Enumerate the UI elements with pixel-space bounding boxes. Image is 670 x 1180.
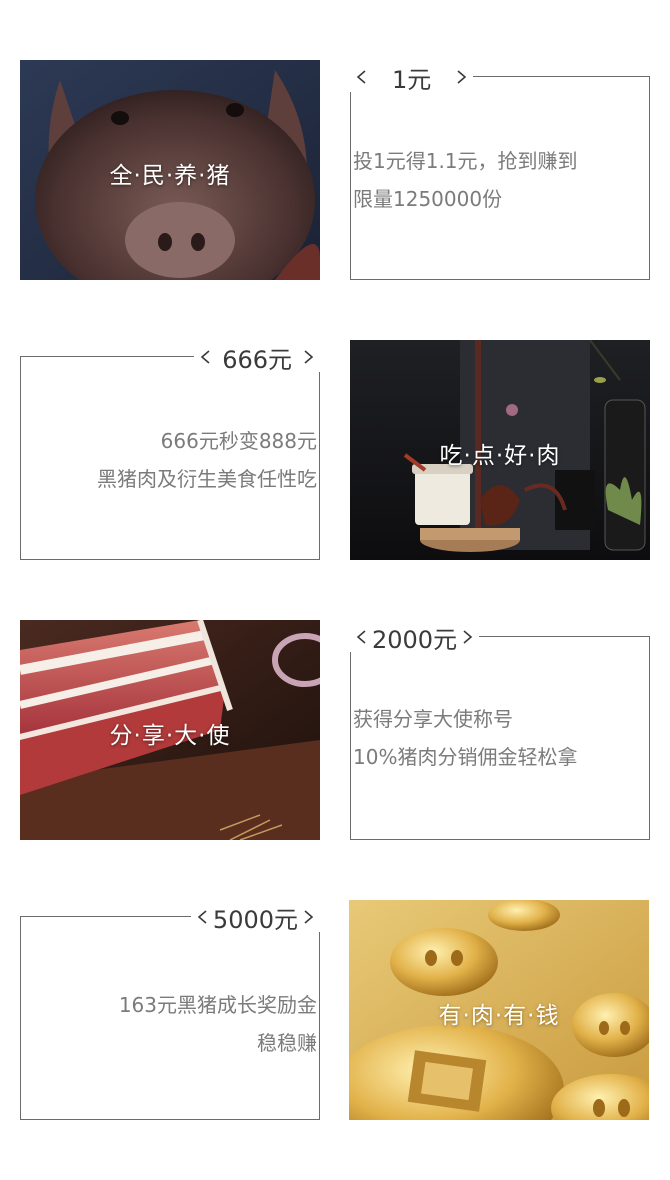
desc-line-1: 163元黑猪成长奖励金 [118,993,317,1017]
price-selector: 1元 [350,62,474,94]
plan-tile-2000yuan[interactable]: 分·享·大·使 [20,620,320,840]
chevron-right-icon[interactable] [300,909,316,925]
plan-row-1: 全·民·养·猪 1元 投1元得1.1元，抢到赚到 限量1250000份 [20,60,650,280]
chevron-left-icon[interactable] [195,909,211,925]
price-label: 5000元 [212,905,298,934]
price-selector: 5000元 [190,902,320,934]
plan-card-5000yuan: 5000元 163元黑猪成长奖励金 稳稳赚 [20,900,320,1120]
desc-line-2: 稳稳赚 [257,1031,317,1055]
tile-title: 有·肉·有·钱 [438,1003,560,1029]
desc-line-2: 黑猪肉及衍生美食任性吃 [97,467,317,491]
tile-title: 吃·点·好·肉 [439,443,561,469]
plan-row-2: 666元 666元秒变888元 黑猪肉及衍生美食任性吃 吃·点·好·肉 [20,340,650,560]
chevron-left-icon[interactable] [354,69,370,85]
card-description: 666元秒变888元 黑猪肉及衍生美食任性吃 [97,422,317,498]
chevron-right-icon[interactable] [459,629,475,645]
plan-tile-5000yuan[interactable]: 有·肉·有·钱 [349,900,649,1120]
plan-row-3: 分·享·大·使 2000元 获得分享大使称号 10%猪肉分销佣金轻松拿 [20,620,650,840]
plan-card-666yuan: 666元 666元秒变888元 黑猪肉及衍生美食任性吃 [20,340,320,560]
price-label: 2000元 [372,625,458,654]
tile-title: 分·享·大·使 [109,723,231,749]
chevron-left-icon[interactable] [354,629,370,645]
desc-line-1: 666元秒变888元 [160,429,317,453]
card-description: 获得分享大使称号 10%猪肉分销佣金轻松拿 [353,700,577,776]
card-description: 投1元得1.1元，抢到赚到 限量1250000份 [353,142,578,218]
desc-line-2: 限量1250000份 [353,187,503,211]
desc-line-1: 投1元得1.1元，抢到赚到 [353,149,578,173]
chevron-right-icon[interactable] [453,69,469,85]
price-label: 1元 [392,65,432,94]
plan-tile-1yuan[interactable]: 全·民·养·猪 [20,60,320,280]
price-selector: 666元 [194,342,320,374]
tile-title: 全·民·养·猪 [109,163,231,189]
desc-line-2: 10%猪肉分销佣金轻松拿 [353,745,578,769]
plan-card-1yuan: 1元 投1元得1.1元，抢到赚到 限量1250000份 [350,60,650,280]
price-selector: 2000元 [350,622,480,654]
plan-tile-666yuan[interactable]: 吃·点·好·肉 [350,340,650,560]
chevron-left-icon[interactable] [198,349,214,365]
desc-line-1: 获得分享大使称号 [353,707,513,731]
price-label: 666元 [222,345,292,374]
plan-card-2000yuan: 2000元 获得分享大使称号 10%猪肉分销佣金轻松拿 [350,620,650,840]
chevron-right-icon[interactable] [300,349,316,365]
plan-row-4: 5000元 163元黑猪成长奖励金 稳稳赚 有·肉·有·钱 [20,900,650,1120]
card-description: 163元黑猪成长奖励金 稳稳赚 [119,986,317,1062]
